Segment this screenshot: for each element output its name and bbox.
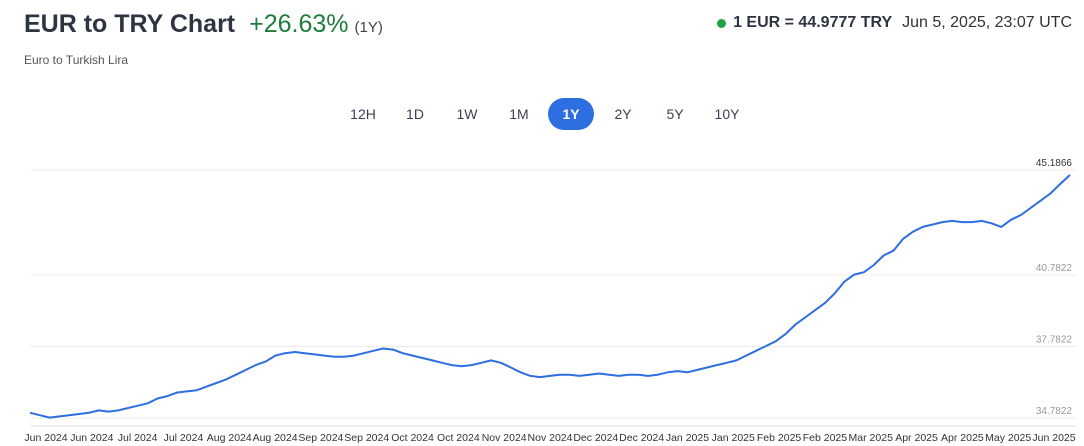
x-tick-label: Jun 2024: [70, 432, 113, 444]
x-tick-label: Jul 2024: [118, 432, 158, 444]
x-tick-label: Nov 2024: [482, 432, 527, 444]
y-tick-label: 34.7822: [1036, 406, 1073, 417]
x-tick-label: Aug 2024: [253, 432, 298, 444]
x-tick-label: Apr 2025: [941, 432, 984, 444]
x-tick-label: Aug 2024: [207, 432, 252, 444]
x-tick-label: Oct 2024: [391, 432, 434, 444]
x-tick-label: Sep 2024: [344, 432, 389, 444]
x-tick-label: Oct 2024: [437, 432, 480, 444]
x-tick-label: Jun 2025: [1032, 432, 1075, 444]
x-tick-label: Jan 2025: [712, 432, 755, 444]
chart: 34.782237.782240.782245.1866Jun 2024 Jun …: [24, 158, 1076, 444]
series-line-0: [29, 174, 1071, 419]
y-tick-label: 37.7822: [1036, 334, 1073, 345]
x-tick-label: Apr 2025: [895, 432, 938, 444]
x-tick-label: Jan 2025: [666, 432, 709, 444]
x-tick-label: Jun 2024: [24, 432, 67, 444]
x-tick-label: Feb 2025: [803, 432, 848, 444]
x-tick-label: Nov 2024: [528, 432, 573, 444]
x-tick-label: Sep 2024: [298, 432, 343, 444]
x-tick-label: Dec 2024: [573, 432, 618, 444]
x-tick-label: Mar 2025: [849, 432, 894, 444]
x-tick-label: Dec 2024: [619, 432, 664, 444]
x-tick-label: May 2025: [985, 432, 1031, 444]
y-tick-label: 45.1866: [1036, 158, 1073, 169]
x-tick-label: Jul 2024: [164, 432, 204, 444]
x-tick-label: Feb 2025: [757, 432, 802, 444]
y-tick-label: 40.7822: [1036, 263, 1073, 274]
